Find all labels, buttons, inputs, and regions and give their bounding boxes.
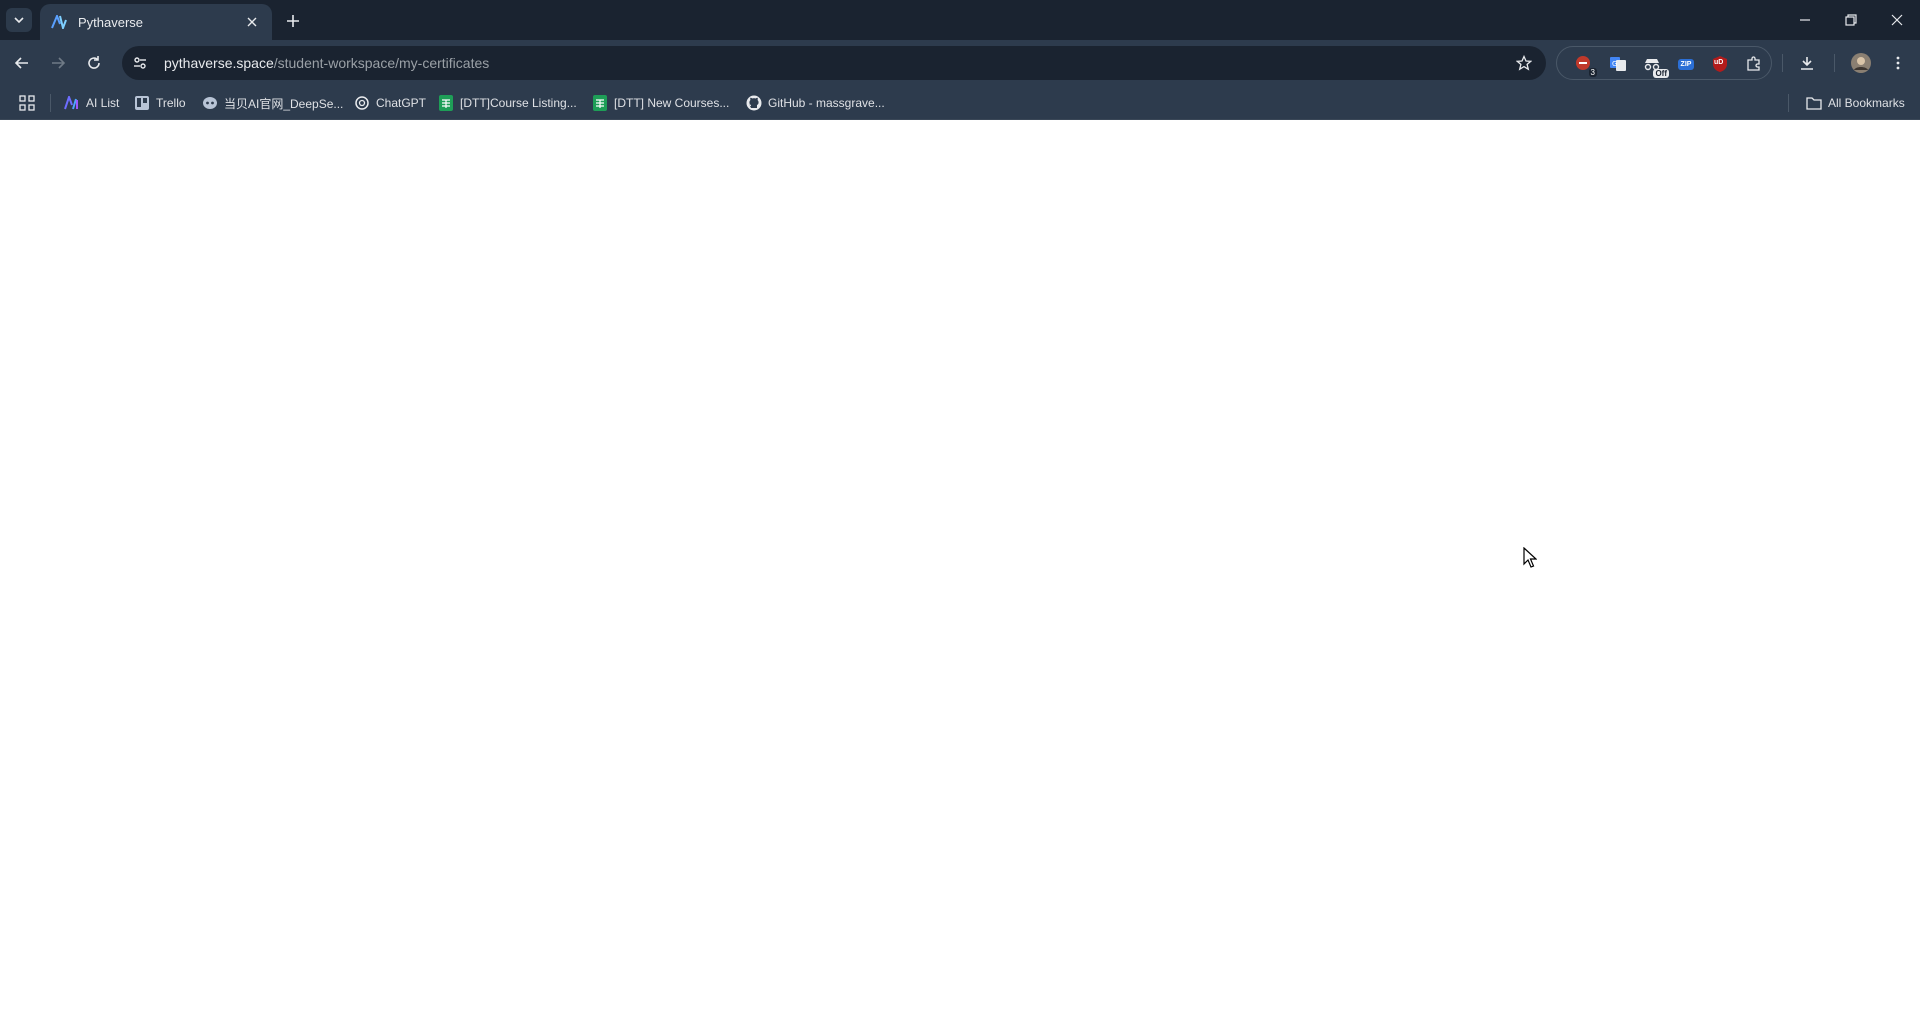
all-bookmarks-label: All Bookmarks bbox=[1828, 96, 1905, 110]
forward-button[interactable] bbox=[42, 47, 74, 79]
extension-off-badge: Off bbox=[1653, 69, 1669, 78]
zip-icon: ZIP bbox=[1677, 58, 1695, 70]
bookmark-chatgpt[interactable]: ChatGPT bbox=[348, 91, 432, 115]
address-bar[interactable]: pythaverse.space/student-workspace/my-ce… bbox=[122, 46, 1546, 80]
bookmark-ai-list[interactable]: AI List bbox=[58, 91, 125, 115]
close-window-button[interactable] bbox=[1874, 0, 1920, 40]
bookmark-star-button[interactable] bbox=[1510, 49, 1538, 77]
translate-extension[interactable]: G bbox=[1607, 53, 1629, 75]
mouse-cursor-icon bbox=[1523, 547, 1537, 568]
extension-badge-count: 3 bbox=[1588, 68, 1597, 77]
bookmark-label: ChatGPT bbox=[376, 96, 427, 110]
url-path: /student-workspace/my-certificates bbox=[273, 55, 490, 71]
downloads-button[interactable] bbox=[1791, 47, 1823, 79]
toolbar-divider bbox=[1834, 54, 1835, 72]
ublock-extension[interactable]: uD bbox=[1709, 53, 1731, 75]
url-text[interactable]: pythaverse.space/student-workspace/my-ce… bbox=[164, 55, 489, 71]
reload-button[interactable] bbox=[78, 47, 110, 79]
toolbar: pythaverse.space/student-workspace/my-ce… bbox=[0, 40, 1920, 86]
sheets-icon bbox=[592, 95, 608, 111]
github-icon bbox=[746, 95, 762, 111]
bookmark-label: [DTT]Course Listing... bbox=[460, 96, 577, 110]
puzzle-icon bbox=[1747, 56, 1760, 71]
svg-text:G: G bbox=[1612, 60, 1617, 68]
profile-button[interactable] bbox=[1845, 47, 1877, 79]
dangbei-icon bbox=[202, 95, 218, 111]
toolbar-divider bbox=[1782, 54, 1783, 72]
arrow-right-icon bbox=[52, 57, 66, 69]
bookmark-dtt-new-courses[interactable]: [DTT] New Courses... bbox=[586, 91, 735, 115]
sheets-icon bbox=[438, 95, 454, 111]
apps-button[interactable] bbox=[14, 90, 40, 116]
arrow-left-icon bbox=[14, 57, 28, 69]
all-bookmarks-button[interactable]: All Bookmarks bbox=[1800, 91, 1911, 115]
back-button[interactable] bbox=[6, 47, 38, 79]
incognito-off-extension[interactable]: Off bbox=[1641, 53, 1669, 78]
folder-icon bbox=[1806, 95, 1822, 111]
tab-search-button[interactable] bbox=[6, 8, 32, 32]
chatgpt-icon bbox=[354, 95, 370, 111]
bookmarks-divider bbox=[50, 94, 51, 112]
new-tab-button[interactable] bbox=[280, 8, 306, 34]
close-icon bbox=[247, 17, 257, 27]
star-icon bbox=[1516, 55, 1532, 71]
bookmark-label: [DTT] New Courses... bbox=[614, 96, 730, 110]
trello-icon bbox=[134, 95, 150, 111]
avatar-icon bbox=[1851, 53, 1871, 73]
more-vertical-icon bbox=[1896, 56, 1900, 70]
bookmark-label: Trello bbox=[156, 96, 186, 110]
browser-window: Pythaverse pythaverse.space/student-work… bbox=[0, 0, 1920, 1032]
close-icon bbox=[1891, 14, 1903, 26]
bookmarks-divider bbox=[1788, 94, 1789, 112]
bookmark-trello[interactable]: Trello bbox=[128, 91, 192, 115]
site-info-button[interactable] bbox=[126, 49, 154, 77]
translate-icon: G bbox=[1610, 57, 1626, 71]
tab-title: Pythaverse bbox=[78, 14, 144, 30]
ai-list-icon bbox=[64, 95, 80, 111]
pythaverse-logo-icon bbox=[50, 13, 68, 31]
chevron-down-icon bbox=[14, 17, 24, 24]
title-bar: Pythaverse bbox=[0, 0, 1920, 40]
close-tab-button[interactable] bbox=[242, 12, 262, 32]
reload-icon bbox=[88, 56, 100, 69]
url-host: pythaverse.space bbox=[164, 55, 274, 71]
download-icon bbox=[1801, 57, 1813, 70]
minimize-icon bbox=[1800, 19, 1810, 21]
active-tab[interactable]: Pythaverse bbox=[40, 4, 272, 40]
ublock-label: uD bbox=[1714, 59, 1724, 66]
restore-icon bbox=[1845, 14, 1857, 26]
bookmark-dtt-course-listing[interactable]: [DTT]Course Listing... bbox=[432, 91, 583, 115]
bookmark-label: AI List bbox=[86, 96, 120, 110]
zip-extension[interactable]: ZIP bbox=[1675, 53, 1697, 75]
chrome-menu-button[interactable] bbox=[1882, 47, 1914, 79]
extension-badge-3[interactable]: 3 bbox=[1573, 53, 1597, 77]
bookmark-label: 当贝AI官网_DeepSe... bbox=[224, 96, 344, 111]
bookmark-github[interactable]: GitHub - massgrave... bbox=[740, 91, 891, 115]
page-content[interactable] bbox=[0, 120, 1920, 1032]
bookmark-dangbei[interactable]: 当贝AI官网_DeepSe... bbox=[196, 91, 349, 115]
restore-button[interactable] bbox=[1828, 0, 1874, 40]
tune-icon bbox=[134, 57, 146, 69]
plus-icon bbox=[287, 15, 299, 27]
minimize-button[interactable] bbox=[1782, 0, 1828, 40]
extensions-menu-button[interactable] bbox=[1743, 53, 1765, 75]
apps-grid-icon bbox=[19, 95, 35, 111]
extensions-group: 3 G Off ZIP uD bbox=[1556, 46, 1772, 80]
bookmark-label: GitHub - massgrave... bbox=[768, 96, 885, 110]
